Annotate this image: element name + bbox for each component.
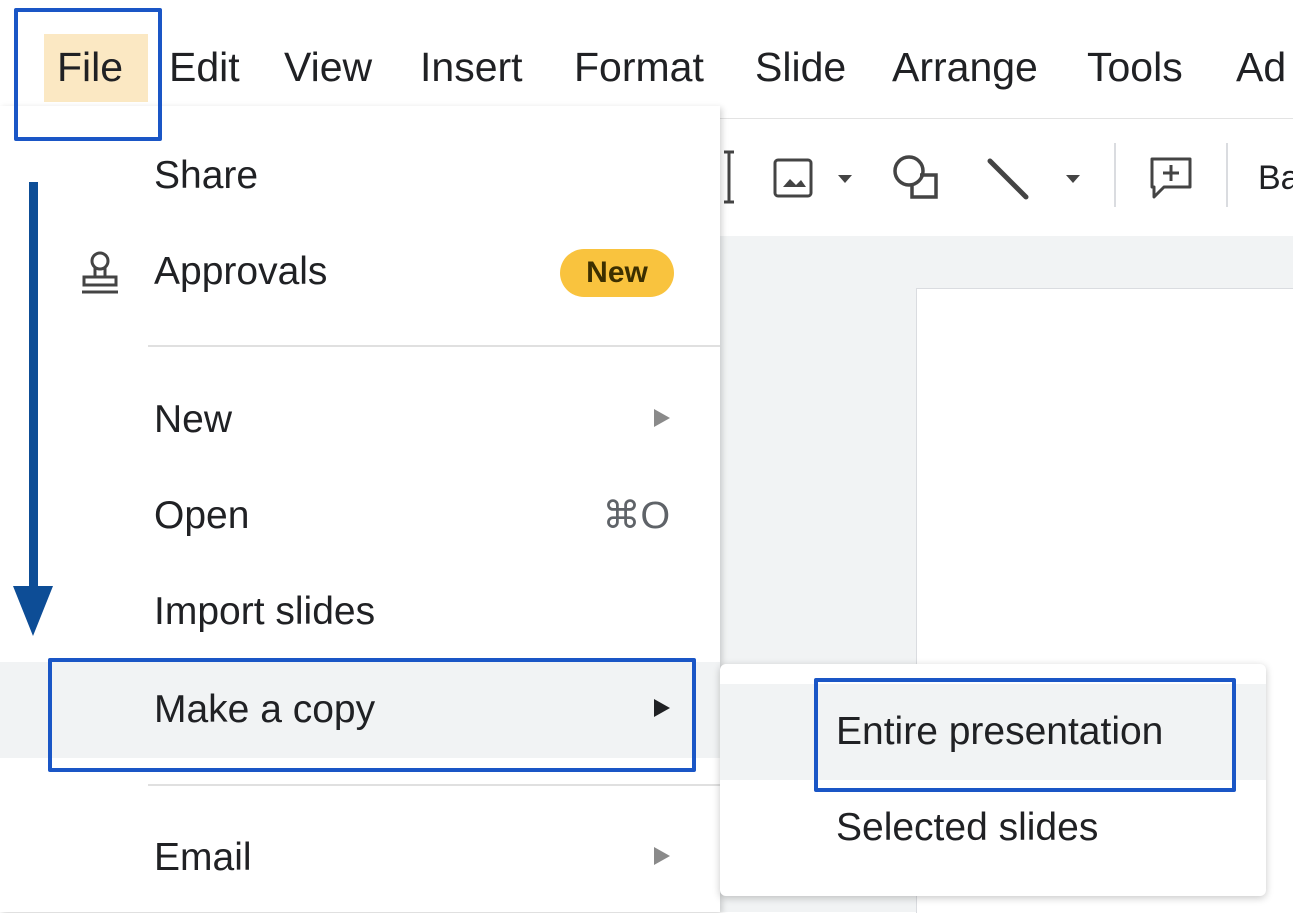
menu-bar: File Edit View Insert Format Slide Arran… [0, 0, 1293, 118]
toolbar-divider [1226, 143, 1228, 207]
submenu-item-label: Selected slides [836, 806, 1099, 849]
menu-item-email[interactable]: Email [0, 810, 720, 906]
make-a-copy-highlight-box [48, 658, 696, 772]
shortcut-label: ⌘O [602, 495, 670, 537]
toolbar: Ba [720, 118, 1293, 238]
menu-addons[interactable]: Ad [1236, 42, 1286, 92]
submenu-arrow-icon [654, 409, 670, 427]
menu-item-share[interactable]: Share [0, 128, 720, 224]
entire-presentation-highlight-box [814, 678, 1236, 792]
menu-arrange[interactable]: Arrange [892, 42, 1038, 92]
add-comment-icon[interactable] [1148, 155, 1196, 201]
down-arrow-icon [13, 586, 53, 636]
menu-item-label: Import slides [154, 590, 376, 633]
approvals-icon [82, 251, 118, 294]
toolbar-divider [1114, 143, 1116, 207]
menu-item-label: Approvals [154, 250, 328, 293]
new-badge: New [560, 249, 674, 297]
line-dropdown-icon[interactable] [1064, 173, 1082, 185]
text-box-icon[interactable] [720, 149, 742, 205]
background-button[interactable]: Ba [1258, 155, 1293, 201]
menu-item-import-slides[interactable]: Import slides [0, 564, 720, 660]
menu-divider [148, 345, 720, 347]
menu-tools[interactable]: Tools [1087, 42, 1183, 92]
menu-slide[interactable]: Slide [755, 42, 846, 92]
menu-insert[interactable]: Insert [420, 42, 523, 92]
shape-icon[interactable] [890, 153, 942, 201]
menu-edit[interactable]: Edit [169, 42, 240, 92]
annotation-arrow-shaft [29, 182, 38, 594]
menu-item-label: New [154, 398, 233, 441]
submenu-arrow-icon [654, 847, 670, 865]
menu-item-label: Share [154, 154, 259, 197]
submenu-item-selected-slides[interactable]: Selected slides [720, 780, 1266, 876]
menu-item-open[interactable]: Open ⌘O [0, 468, 720, 564]
image-icon[interactable] [772, 157, 816, 201]
file-menu-highlight-box [14, 8, 162, 141]
image-dropdown-icon[interactable] [836, 173, 854, 185]
menu-item-label: Email [154, 836, 252, 879]
menu-item-new[interactable]: New [0, 372, 720, 468]
menu-format[interactable]: Format [574, 42, 704, 92]
menu-view[interactable]: View [284, 42, 372, 92]
menu-item-approvals[interactable]: Approvals New [0, 224, 720, 320]
line-icon[interactable] [984, 153, 1034, 203]
menu-divider [148, 784, 720, 786]
menu-item-label: Open [154, 494, 250, 537]
file-menu-dropdown: Share Approvals New New Open ⌘O Import s… [0, 106, 720, 912]
